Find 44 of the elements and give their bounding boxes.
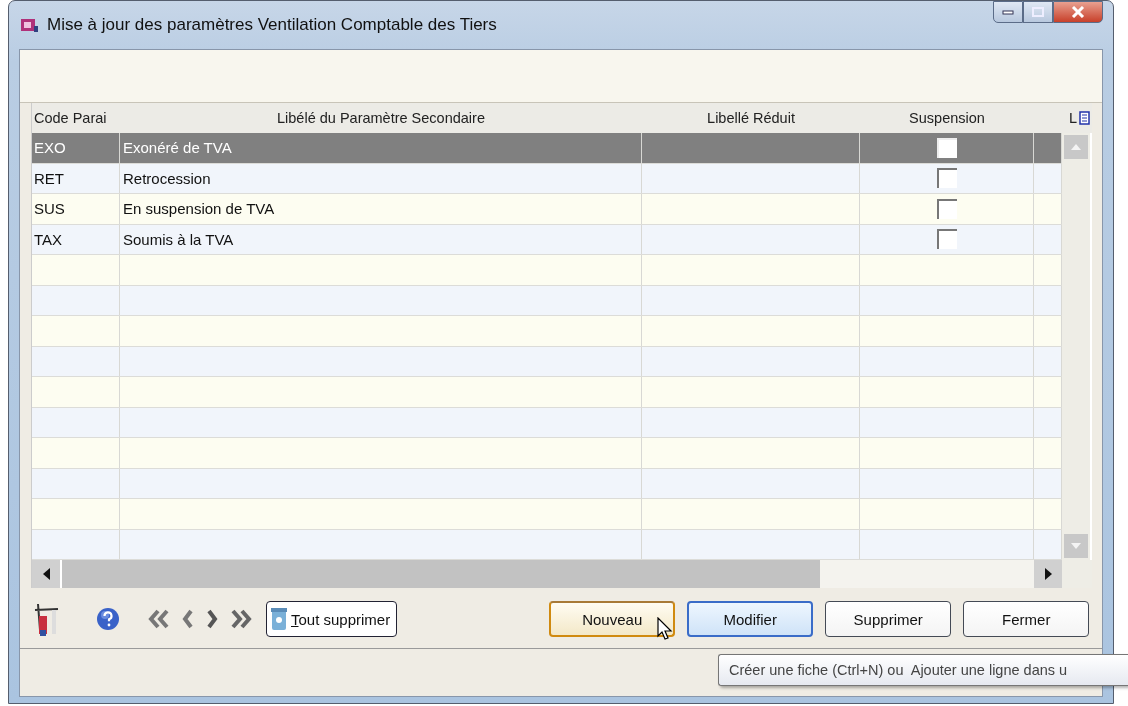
checkbox[interactable] [936,229,957,250]
table-cell: SUS [32,194,120,224]
column-header[interactable]: Libellé Réduit [642,110,860,126]
table-cell: Soumis à la TVA [120,224,642,254]
left-arrow-icon [42,568,50,580]
down-arrow-icon [1071,543,1081,549]
maximize-button[interactable] [1023,1,1053,23]
column-chooser-icon[interactable] [1079,111,1090,125]
right-arrow-icon [1044,568,1052,580]
table-cell: Exonéré de TVA [120,133,642,163]
up-arrow-icon [1071,144,1081,150]
scroll-right-button[interactable] [1034,560,1062,588]
table-cell: Retrocession [120,163,642,193]
tooltip: Créer une fiche (Ctrl+N) ou Ajouter une ligne dans u [718,654,1128,686]
checkbox[interactable] [936,198,957,219]
column-header[interactable]: Suspension [860,110,1034,126]
scroll-left-button[interactable] [32,560,60,588]
table-row[interactable]: RET Retrocession [32,163,1062,194]
minimize-button[interactable] [993,1,1023,23]
table-cell: En suspension de TVA [120,194,642,224]
minimize-icon [1002,9,1014,15]
column-header[interactable]: Libélé du Paramètre Secondaire [120,110,642,126]
table-cell: EXO [32,133,120,163]
table-cell: TAX [32,224,120,254]
clear-all-button[interactable]: Tout supprimer [266,601,398,637]
help-icon[interactable] [96,607,120,631]
dialog-button[interactable]: Supprimer [825,601,952,637]
mouse-cursor-icon [657,617,673,641]
trash-icon [270,607,288,631]
column-header[interactable]: Code Parai [32,110,120,126]
table-row[interactable]: TAX Soumis à la TVA [32,224,1062,255]
window-title: Mise à jour des paramètres Ventilation Comptable des Tiers [47,15,497,35]
table-row[interactable]: EXO Exonéré de TVA [32,133,1062,164]
checkbox[interactable] [936,168,957,189]
maximize-icon [1032,7,1044,17]
close-button[interactable] [1053,1,1103,23]
table-row[interactable]: SUS En suspension de TVA [32,194,1062,225]
dialog-button[interactable]: Fermer [963,601,1090,637]
column-header[interactable]: L [1068,110,1077,126]
dialog-button[interactable]: Nouveau [549,601,676,637]
table-cell: RET [32,163,120,193]
dialog-button[interactable]: Modifier [687,601,814,637]
close-icon [1071,6,1085,18]
app-icon [21,17,39,33]
